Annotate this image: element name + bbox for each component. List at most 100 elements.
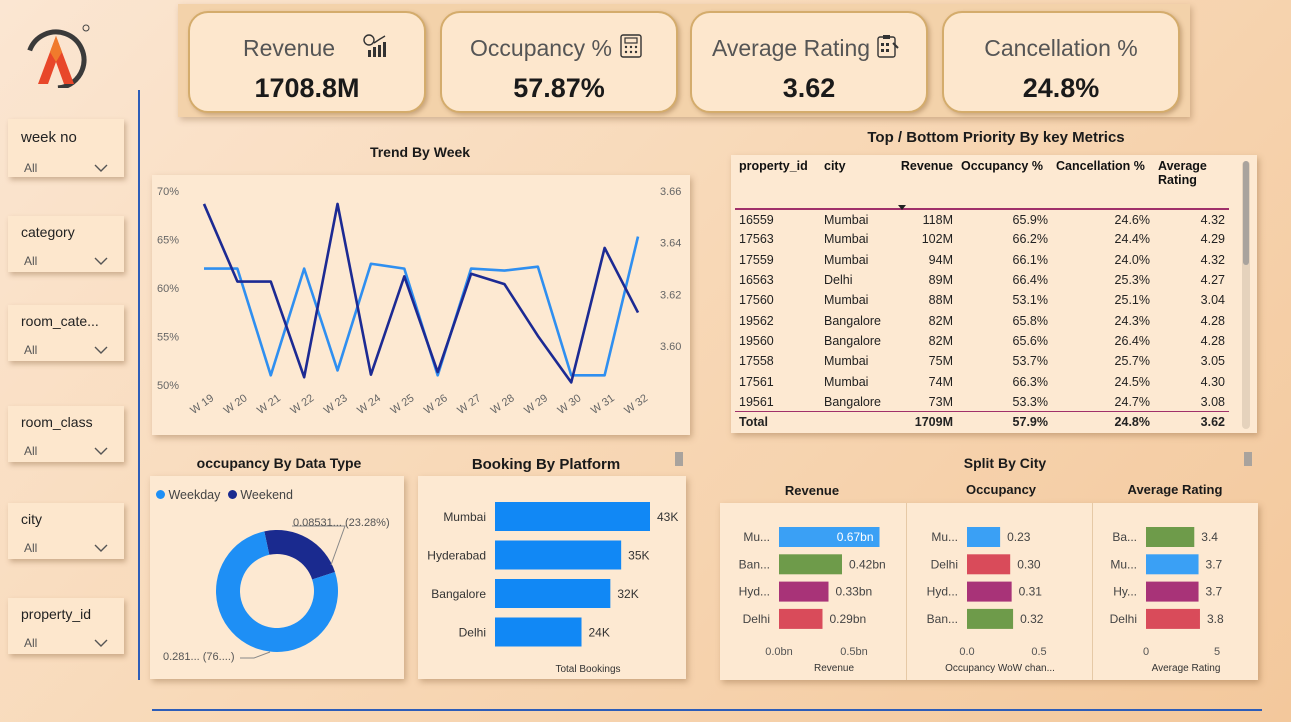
table-row[interactable]: 16559 Mumbai 118M 65.9% 24.6% 4.32	[735, 209, 1229, 229]
bar-value-label: 35K	[628, 549, 649, 563]
x-axis-title: Revenue	[814, 663, 854, 674]
x-axis-tick: 5	[1214, 646, 1220, 658]
x-axis-tick: W 28	[489, 392, 517, 417]
donut-label-weekday: 0.281... (76....)	[163, 651, 235, 663]
bar-value-label: 43K	[657, 510, 678, 524]
city-bar	[779, 581, 829, 602]
priority-table-viewport[interactable]: property_id city Revenue Occupancy % Can…	[735, 159, 1229, 431]
y-axis-tick-left: 50%	[157, 380, 179, 392]
table-row[interactable]: 16563 Delhi 89M 66.4% 25.3% 4.27	[735, 270, 1229, 290]
kpi-card-cancellation: Cancellation % 24.8%	[942, 11, 1180, 113]
chevron-down-icon[interactable]	[94, 543, 108, 553]
table-cell: 94M	[928, 252, 953, 267]
table-body: 16559 Mumbai 118M 65.9% 24.6% 4.32 17563 Mumbai…	[735, 209, 1229, 431]
visual-scroll-handle[interactable]	[1244, 452, 1252, 466]
bar-category-label: Bangalore	[431, 587, 486, 601]
x-axis-tick: W 29	[522, 392, 550, 417]
bar-category-label: Mumbai	[443, 510, 486, 524]
x-axis-tick: W 26	[422, 392, 450, 417]
kpi-card-occupancy: Occupancy % 57.87%	[440, 11, 678, 113]
slicer-week-no[interactable]: week no All	[8, 119, 124, 177]
table-cell: 17563	[739, 232, 774, 247]
slicer-property-id[interactable]: property_id All	[8, 598, 124, 654]
chevron-down-icon[interactable]	[94, 345, 108, 355]
chevron-down-icon[interactable]	[94, 256, 108, 266]
table-cell: 65.8%	[1012, 313, 1048, 328]
slicer-value: All	[24, 636, 38, 650]
table-cell: 89M	[928, 273, 953, 288]
y-axis-tick-right: 3.66	[660, 186, 681, 198]
column-header[interactable]: property_id	[735, 159, 820, 209]
table-cell: Mumbai	[824, 374, 869, 389]
table-cell: 24.5%	[1114, 374, 1150, 389]
bar-category-label: Delhi	[743, 612, 770, 626]
table-scrollbar-thumb[interactable]	[1243, 161, 1249, 265]
kpi-strip: Revenue 1708.8M Occupancy % 57.87% Avera…	[178, 4, 1190, 117]
slicer-value: All	[24, 444, 38, 458]
kpi-card-revenue: Revenue 1708.8M	[188, 11, 426, 113]
table-row[interactable]: 17559 Mumbai 94M 66.1% 24.0% 4.32	[735, 250, 1229, 270]
column-header[interactable]: Average Rating	[1154, 159, 1229, 209]
column-header[interactable]: Occupancy %	[957, 159, 1052, 209]
donut-label-weekend: 0.08531... (23.28%)	[293, 517, 390, 529]
platform-chart-card: Mumbai 43K Hyderabad 35K Bangalore 32K Delhi 24…	[418, 476, 686, 679]
table-cell: 73M	[928, 394, 953, 409]
table-cell: 17561	[739, 374, 774, 389]
column-header[interactable]: Revenue	[895, 159, 957, 210]
y-axis-tick-left: 65%	[157, 235, 179, 247]
slicer-category[interactable]: category All	[8, 216, 124, 272]
visual-scroll-handle[interactable]	[675, 452, 683, 466]
slicer-room-category[interactable]: room_cate... All	[8, 305, 124, 361]
column-header[interactable]: city	[820, 159, 895, 209]
trend-line-chart[interactable]: 70%65%60%55%50%3.663.643.623.60W 19 W 20 W…	[152, 175, 690, 435]
x-axis-tick: 0.0bn	[765, 646, 793, 658]
donut-chart[interactable]	[150, 476, 404, 679]
table-cell: 82M	[928, 333, 953, 348]
table-cell: 4.28	[1200, 313, 1225, 328]
table-row[interactable]: 17561 Mumbai 74M 66.3% 24.5% 4.30	[735, 371, 1229, 391]
split-panel-title-rating: Average Rating	[1127, 482, 1223, 497]
x-axis-tick: W 24	[355, 392, 383, 417]
kpi-label: Cancellation %	[984, 35, 1138, 61]
occupancy-trend-line	[204, 236, 640, 377]
kpi-value: 57.87%	[513, 73, 605, 103]
slicer-city[interactable]: city All	[8, 503, 124, 559]
table-total-cell: 3.62	[1154, 411, 1229, 431]
table-cell: 4.30	[1200, 374, 1225, 389]
table-cell: Bangalore	[824, 394, 881, 409]
table-cell: 4.27	[1200, 273, 1225, 288]
x-axis-tick: W 31	[589, 392, 617, 417]
table-cell: 19561	[739, 394, 774, 409]
leader-line	[240, 651, 271, 659]
city-bar	[779, 554, 842, 575]
x-axis-tick: 0	[1143, 646, 1149, 658]
platform-bar-chart[interactable]: Mumbai 43K Hyderabad 35K Bangalore 32K Delhi 24…	[418, 476, 686, 679]
table-row[interactable]: 19560 Bangalore 82M 65.6% 26.4% 4.28	[735, 331, 1229, 351]
city-bar	[967, 554, 1011, 575]
x-axis-tick: W 27	[455, 392, 483, 417]
donut-slice-weekend	[264, 530, 335, 580]
table-cell: 24.6%	[1114, 212, 1150, 227]
slicer-room-class[interactable]: room_class All	[8, 406, 124, 462]
table-cell: Mumbai	[824, 252, 869, 267]
table-row[interactable]: 19562 Bangalore 82M 65.8% 24.3% 4.28	[735, 310, 1229, 330]
column-header[interactable]: Cancellation %	[1052, 159, 1154, 209]
x-axis-tick: W 20	[222, 392, 250, 417]
table-total-cell: Total	[735, 411, 820, 431]
split-by-city-chart[interactable]: Mu... 0.67bn Ban... 0.42bn Hyd... 0.33bn Delhi…	[720, 503, 1258, 680]
chevron-down-icon[interactable]	[94, 446, 108, 456]
table-row[interactable]: 17560 Mumbai 88M 53.1% 25.1% 3.04	[735, 290, 1229, 310]
bar-category-label: Delhi	[459, 626, 486, 640]
chevron-down-icon[interactable]	[94, 163, 108, 173]
city-bar	[779, 608, 823, 629]
table-row[interactable]: 19561 Bangalore 73M 53.3% 24.7% 3.08	[735, 392, 1229, 412]
x-axis-title: Occupancy WoW chan...	[945, 663, 1055, 674]
chevron-down-icon[interactable]	[94, 638, 108, 648]
bar-value-label: 0.23	[1007, 530, 1031, 544]
bar-value-label: 0.67bn	[837, 530, 874, 544]
bar-value-label: 0.33bn	[836, 585, 873, 599]
donut-chart-title: occupancy By Data Type	[196, 455, 362, 471]
table-row[interactable]: 17558 Mumbai 75M 53.7% 25.7% 3.05	[735, 351, 1229, 371]
table-row[interactable]: 17563 Mumbai 102M 66.2% 24.4% 4.29	[735, 229, 1229, 249]
table-total-row: Total 1709M 57.9% 24.8% 3.62	[735, 411, 1229, 431]
